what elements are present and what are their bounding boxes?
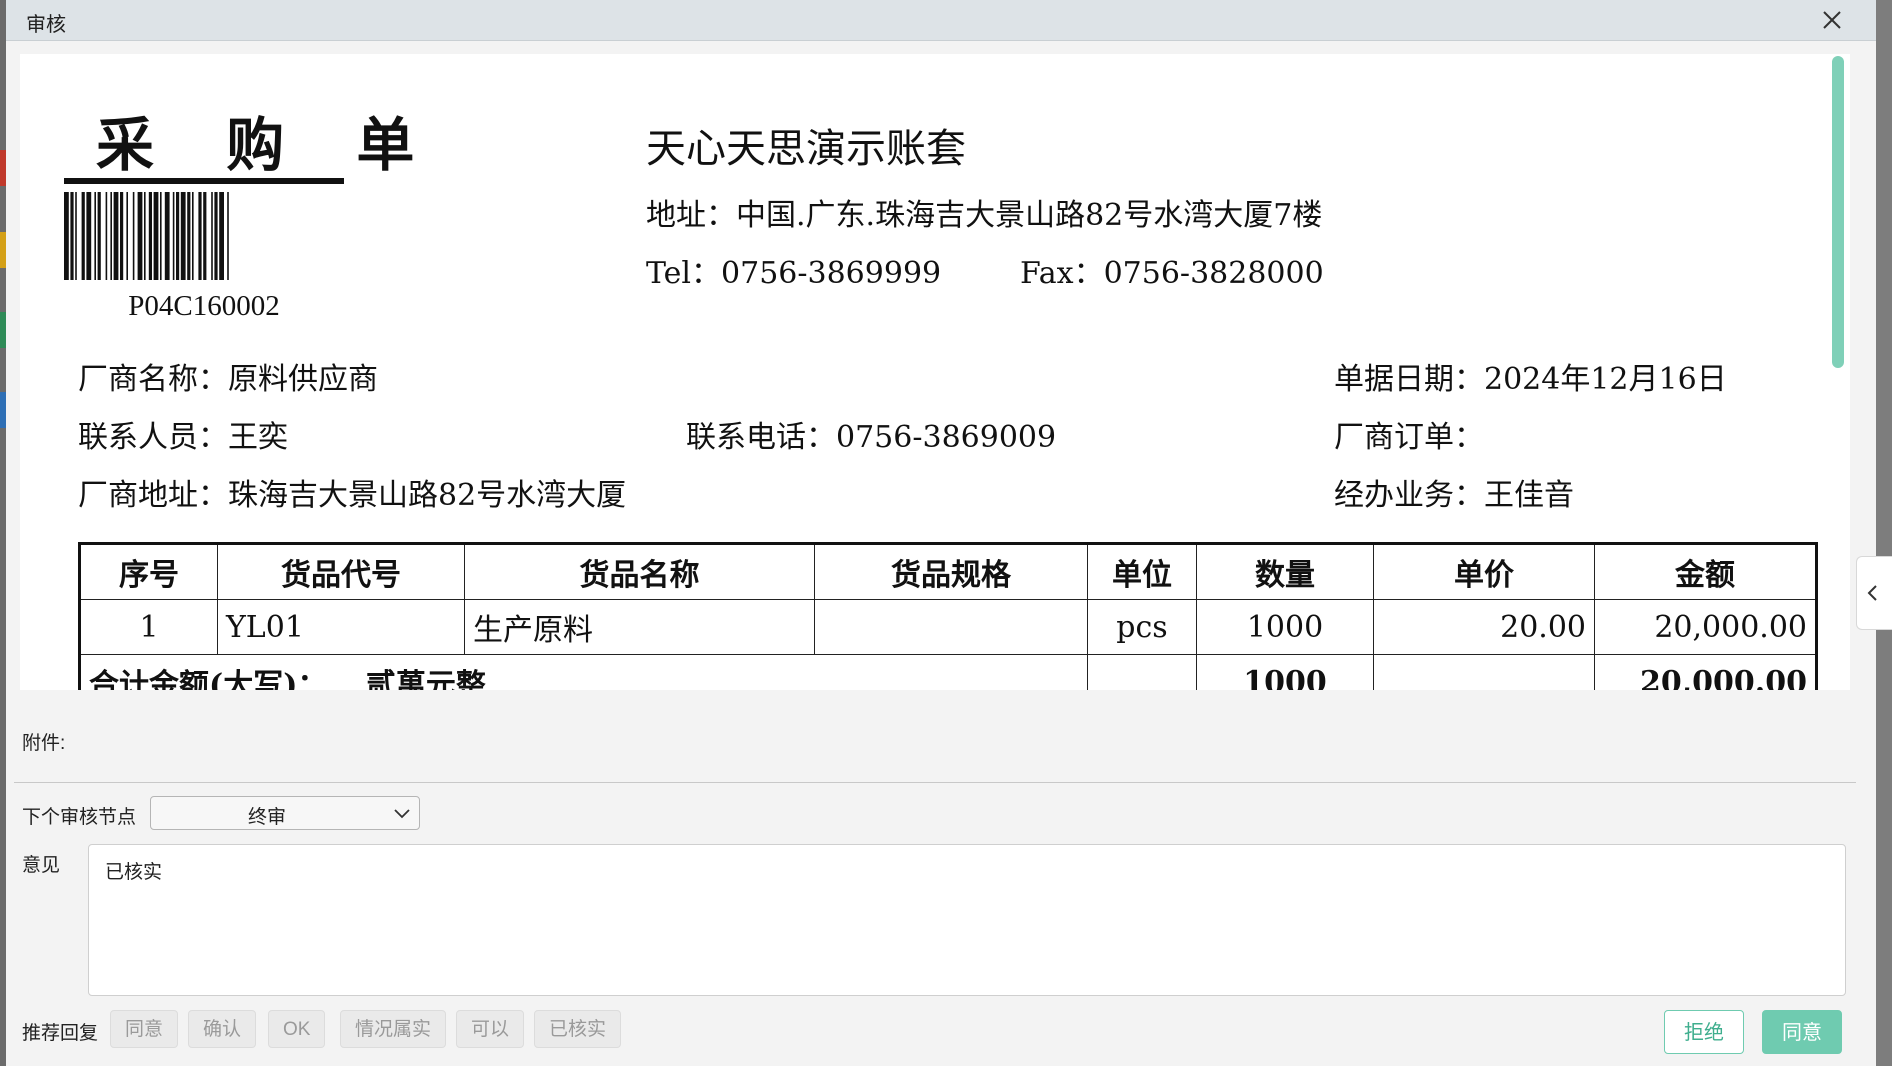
- table-cell-quantity: 1000: [1196, 599, 1374, 655]
- dialog-title: 审核: [26, 14, 66, 36]
- total-amount-words: 贰萬元整: [365, 668, 486, 690]
- next-node-label: 下个审核节点: [22, 807, 137, 828]
- company-name: 天心天思演示账套: [646, 126, 966, 172]
- barcode-number: P04C160002: [128, 290, 280, 322]
- suggestion-chip-verified-true[interactable]: 情况属实: [340, 1010, 447, 1048]
- total-label: 合计金额(大写)：: [89, 668, 328, 690]
- table-total-unit: [1087, 654, 1197, 690]
- table-cell-index: 1: [78, 599, 218, 655]
- chevron-down-icon: [394, 809, 410, 819]
- table-total-quantity: 1000: [1196, 654, 1374, 690]
- vendor-address: 厂商地址：珠海吉大景山路82号水湾大厦: [78, 478, 627, 513]
- table-cell-price: 20.00: [1373, 599, 1595, 655]
- table-header: 单位: [1087, 542, 1197, 600]
- table-cell-unit: pcs: [1087, 599, 1197, 655]
- table-header: 数量: [1196, 542, 1374, 600]
- document-preview: 采 购 单 P04C160002 天心天思演示账套 地址：中国.广东.珠海吉大景…: [20, 54, 1850, 690]
- table-header-row: 序号 货品代号 货品名称 货品规格 单位 数量 单价 金额: [78, 542, 1818, 600]
- form-divider: [14, 782, 1856, 783]
- review-dialog: 审核 采 购 单 P04C160002 天心天思演示账套 地址：中国.广东.珠海…: [6, 0, 1876, 1066]
- next-node-select[interactable]: 终审: [150, 796, 420, 830]
- reject-button[interactable]: 拒绝: [1664, 1010, 1744, 1054]
- table-cell-amount: 20,000.00: [1594, 599, 1818, 655]
- suggestion-chip-agree[interactable]: 同意: [110, 1010, 179, 1048]
- handler: 经办业务：王佳音: [1334, 478, 1574, 513]
- suggestion-chip-ok-cn[interactable]: 可以: [456, 1010, 525, 1048]
- document-title: 采 购 单: [96, 111, 441, 179]
- document-date: 单据日期：2024年12月16日: [1334, 362, 1727, 397]
- suggest-label: 推荐回复: [22, 1023, 99, 1044]
- suggestion-chip-verified[interactable]: 已核实: [534, 1010, 622, 1048]
- agree-button[interactable]: 同意: [1762, 1010, 1842, 1054]
- suggestion-chip-confirm[interactable]: 确认: [188, 1010, 257, 1048]
- company-address: 地址：中国.广东.珠海吉大景山路82号水湾大厦7楼: [646, 198, 1323, 233]
- contact-person: 联系人员：王奕: [78, 420, 288, 455]
- close-icon[interactable]: [1818, 6, 1846, 34]
- chevron-left-icon: [1867, 585, 1877, 601]
- barcode-image: [64, 178, 344, 280]
- company-tel: Tel：0756-3869999: [646, 256, 942, 291]
- table-header: 货品规格: [814, 542, 1088, 600]
- side-collapse-tab[interactable]: [1856, 556, 1892, 630]
- next-node-value: 终审: [247, 807, 286, 828]
- table-total-amount: 20,000.00: [1594, 654, 1818, 690]
- contact-phone: 联系电话：0756-3869009: [686, 420, 1057, 455]
- company-fax: Fax：0756-3828000: [1020, 256, 1324, 291]
- table-total-price: [1373, 654, 1595, 690]
- opinion-textarea[interactable]: 已核实: [88, 844, 1846, 996]
- table-cell-code: YL01: [217, 599, 465, 655]
- table-header: 货品代号: [217, 542, 465, 600]
- suggestion-chip-ok[interactable]: OK: [268, 1010, 326, 1048]
- vendor-name: 厂商名称：原料供应商: [78, 362, 378, 397]
- table-row: 1 YL01 生产原料 pcs 1000 20.00 20,000.00: [78, 599, 1818, 655]
- vendor-order: 厂商订单：: [1334, 420, 1484, 455]
- table-cell-name: 生产原料: [464, 599, 815, 655]
- table-header: 货品名称: [464, 542, 815, 600]
- opinion-label: 意见: [22, 855, 61, 876]
- table-header: 金额: [1594, 542, 1818, 600]
- dialog-titlebar: 审核: [6, 0, 1876, 41]
- table-header: 单价: [1373, 542, 1595, 600]
- table-total-label: 合计金额(大写)： 贰萬元整: [78, 654, 1088, 690]
- table-total-row: 合计金额(大写)： 贰萬元整 1000 20,000.00: [78, 654, 1818, 690]
- attachment-label: 附件:: [22, 733, 66, 754]
- table-header: 序号: [78, 542, 218, 600]
- table-cell-spec: [814, 599, 1088, 655]
- preview-scrollbar[interactable]: [1832, 56, 1844, 368]
- items-table: 序号 货品代号 货品名称 货品规格 单位 数量 单价 金额 1 YL01 生产原…: [78, 542, 1818, 690]
